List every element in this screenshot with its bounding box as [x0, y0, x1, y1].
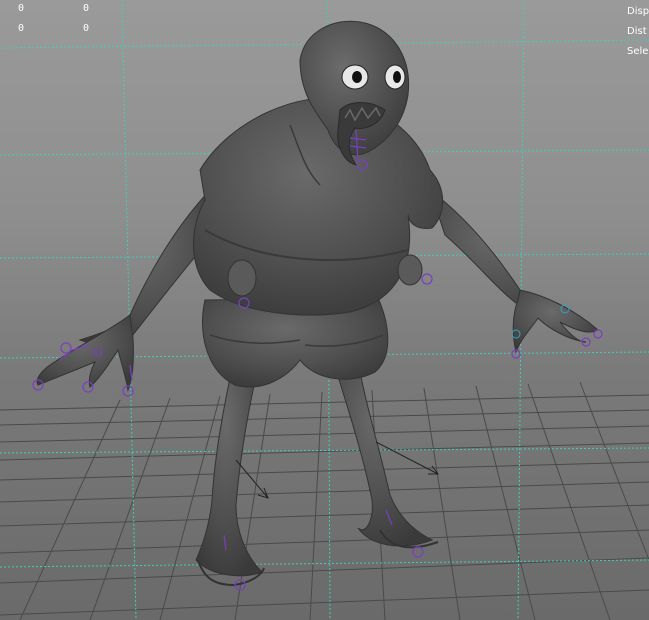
maya-viewport[interactable]: 0 0 0 0 Disp Dist Sele [0, 0, 649, 620]
hud-counter-col1-row2: 0 [18, 23, 25, 34]
hud-counter-col1-row1: 0 [18, 3, 25, 14]
hud-label-display: Disp [627, 6, 649, 17]
hud-label-distance: Dist [627, 26, 647, 37]
character-mesh[interactable] [36, 20, 599, 587]
hud-right-labels: Disp Dist Sele [627, 2, 649, 62]
hud-label-selection: Sele [627, 46, 649, 57]
floor-grid [0, 381, 649, 620]
hud-counter-col2-row2: 0 [83, 23, 90, 34]
hud-counter-col2-row1: 0 [83, 3, 90, 14]
viewport-scene[interactable] [0, 0, 649, 620]
